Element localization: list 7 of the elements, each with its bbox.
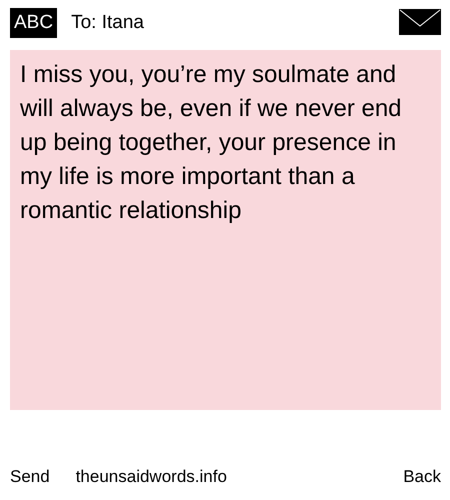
recipient-label: To: Itana xyxy=(71,12,144,34)
back-softkey[interactable]: Back xyxy=(403,467,441,487)
message-field[interactable]: I miss you, you’re my soulmate and will always be, even if we never end up being together, your presence in my life is more important than a romantic relationship xyxy=(10,50,441,410)
website-label: theunsaidwords.info xyxy=(76,467,227,487)
send-softkey[interactable]: Send xyxy=(10,467,50,487)
envelope-icon xyxy=(399,9,441,35)
input-mode-badge: ABC xyxy=(10,8,58,38)
